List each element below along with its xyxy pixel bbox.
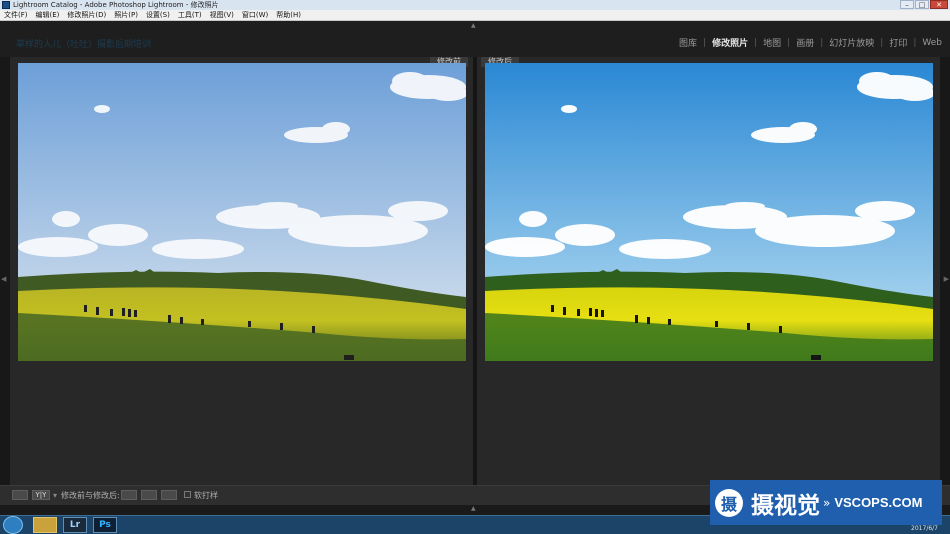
after-photo (485, 63, 933, 361)
collapse-top-arrow-icon[interactable]: ▲ (471, 22, 476, 29)
softproof-checkbox[interactable] (184, 491, 191, 498)
lightroom-taskbar-button[interactable]: Lr (63, 517, 87, 533)
before-after-view-button[interactable]: Y|Y (32, 490, 50, 500)
menu-edit[interactable]: 编辑(E) (36, 10, 60, 21)
explorer-taskbar-button[interactable] (33, 517, 57, 533)
menu-help[interactable]: 帮助(H) (276, 10, 301, 21)
menu-develop[interactable]: 修改照片(D) (67, 10, 106, 21)
copy-before-to-after-button[interactable] (121, 490, 137, 500)
minimize-button[interactable]: – (900, 0, 914, 9)
swap-label: 修改前与修改后: (61, 491, 120, 500)
module-picker: 图库 | 修改照片 | 地图 | 画册 | 幻灯片放映 | 打印 | Web (679, 36, 942, 50)
start-button[interactable] (3, 516, 23, 534)
module-print[interactable]: 打印 (889, 36, 907, 49)
watermark-name: 摄视觉 (751, 492, 820, 519)
swap-settings-button[interactable] (161, 490, 177, 500)
loupe-view-button[interactable] (12, 490, 28, 500)
module-book[interactable]: 画册 (796, 36, 814, 49)
module-slideshow[interactable]: 幻灯片放映 (829, 36, 874, 49)
lightroom-app-icon (2, 1, 10, 9)
menu-photo[interactable]: 照片(P) (114, 10, 138, 21)
copy-after-to-before-button[interactable] (141, 490, 157, 500)
title-bar: Lightroom Catalog - Adobe Photoshop Ligh… (0, 0, 950, 10)
photoshop-taskbar-button[interactable]: Ps (93, 517, 117, 533)
menu-bar: 文件(F) 编辑(E) 修改照片(D) 照片(P) 设置(S) 工具(T) 视图… (0, 10, 950, 21)
view-mode-dropdown-icon[interactable]: ▾ (53, 490, 57, 501)
watermark-chevrons: » (823, 495, 831, 510)
menu-settings[interactable]: 设置(S) (146, 10, 170, 21)
system-clock: 2017/6/7 (911, 525, 938, 532)
watermark-site: VSCOPS.COM (834, 495, 923, 510)
module-strip: ▲ 草样的人儿（吐吐）摄影后期培训 图库 | 修改照片 | 地图 | 画册 | … (0, 21, 950, 57)
before-photo (18, 63, 466, 361)
collapse-bottom-arrow-icon[interactable]: ▲ (471, 505, 476, 512)
menu-file[interactable]: 文件(F) (4, 10, 28, 21)
left-panel-arrow-icon[interactable]: ◀ (1, 275, 6, 283)
menu-tools[interactable]: 工具(T) (178, 10, 202, 21)
module-library[interactable]: 图库 (679, 36, 697, 49)
watermark-banner: 摄 摄视觉 » VSCOPS.COM (710, 480, 942, 525)
menu-view[interactable]: 视图(V) (210, 10, 234, 21)
window-title: Lightroom Catalog - Adobe Photoshop Ligh… (13, 1, 219, 9)
module-develop[interactable]: 修改照片 (712, 36, 748, 49)
window-controls: – □ ✕ (899, 0, 948, 10)
close-button[interactable]: ✕ (930, 0, 948, 9)
menu-window[interactable]: 窗口(W) (242, 10, 268, 21)
watermark-logo-icon: 摄 (715, 488, 743, 517)
maximize-button[interactable]: □ (915, 0, 929, 9)
module-web[interactable]: Web (922, 38, 942, 48)
identity-plate: 草样的人儿（吐吐）摄影后期培训 (16, 40, 152, 50)
right-panel-arrow-icon[interactable]: ▶ (944, 275, 949, 283)
module-map[interactable]: 地图 (763, 36, 781, 49)
softproof-label: 软打样 (194, 491, 218, 500)
